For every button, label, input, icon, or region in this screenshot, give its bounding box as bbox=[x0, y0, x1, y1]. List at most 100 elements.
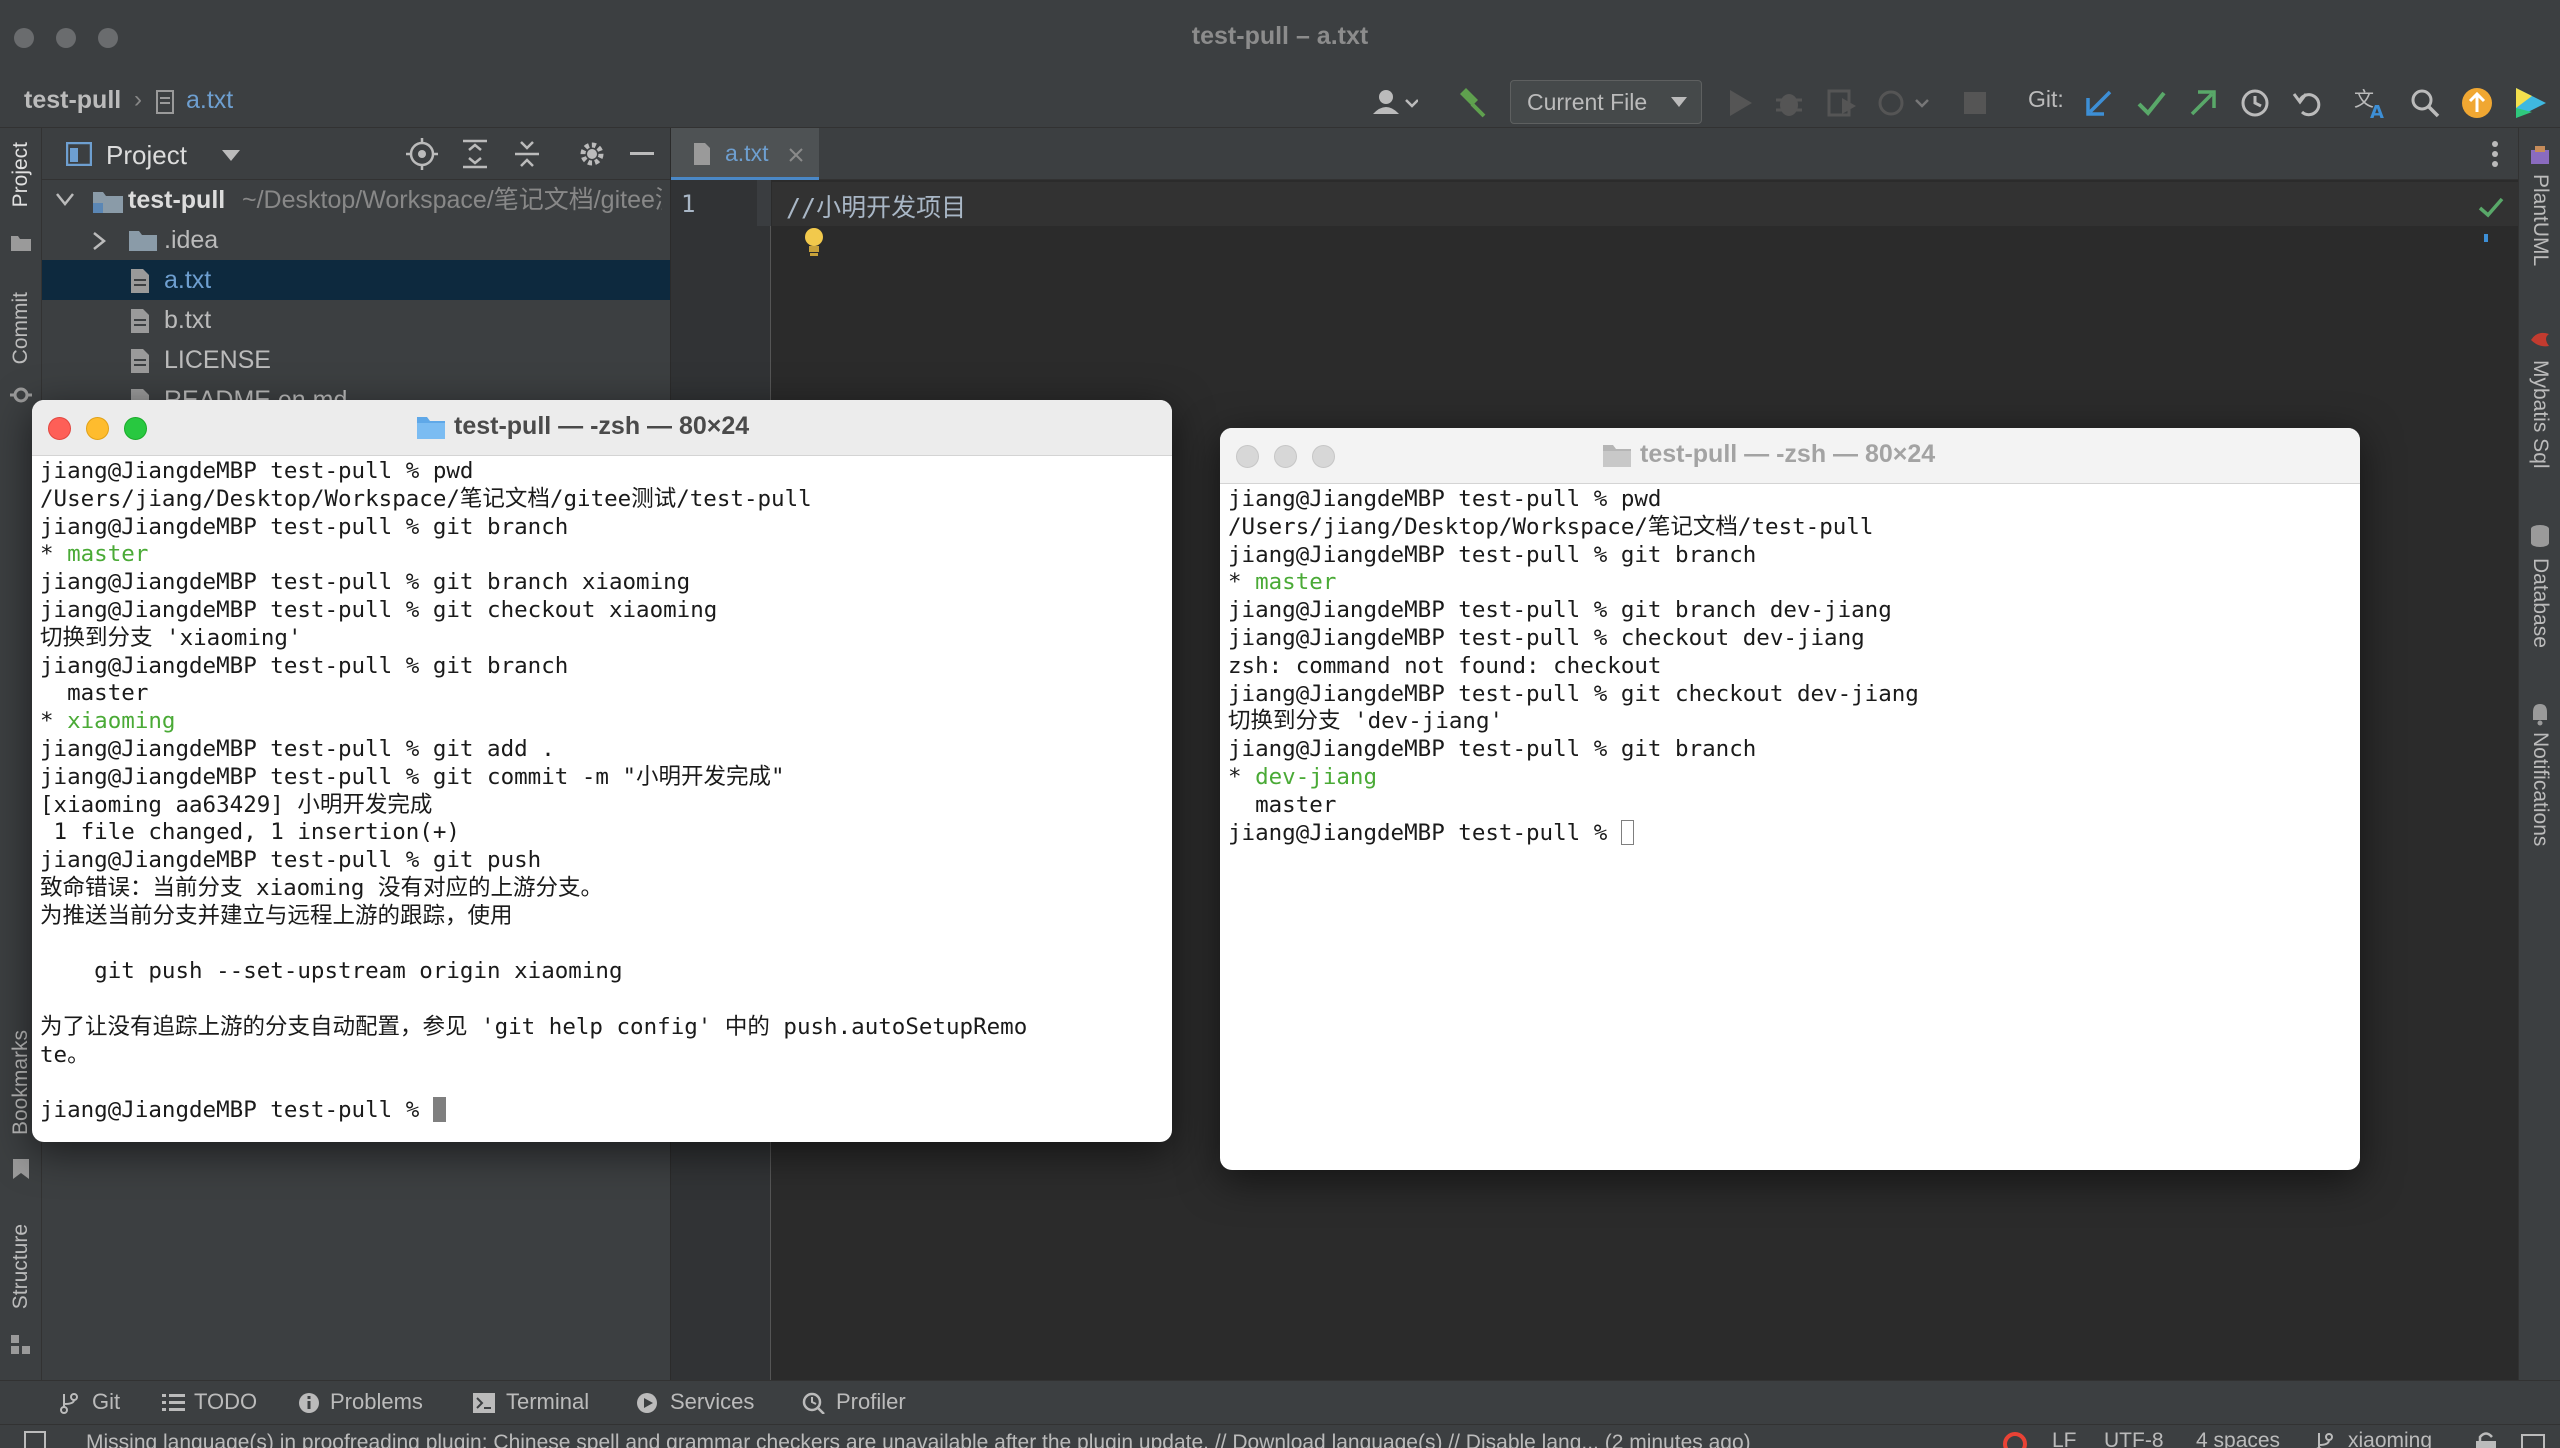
minimize-window-button[interactable] bbox=[1274, 445, 1297, 468]
memory-indicator-icon[interactable] bbox=[2520, 1431, 2546, 1448]
todo-list-icon bbox=[162, 1394, 185, 1411]
run-icon[interactable] bbox=[1726, 88, 1754, 118]
panel-toggle-icon[interactable] bbox=[24, 1431, 46, 1448]
title-bar: test-pull – a.txt bbox=[0, 0, 2560, 78]
translate-icon[interactable]: 文A bbox=[2354, 86, 2390, 120]
expand-all-icon[interactable] bbox=[460, 138, 490, 170]
chevron-down-icon[interactable] bbox=[222, 150, 240, 162]
breadcrumb-separator-icon: › bbox=[134, 86, 142, 113]
terminal-line: jiang@JiangdeMBP test-pull % git branch bbox=[1228, 542, 2352, 570]
terminal-line: 致命错误：当前分支 xiaoming 没有对应的上游分支。 bbox=[40, 875, 1164, 903]
terminal-line-text: jiang@JiangdeMBP test-pull % git push bbox=[40, 847, 542, 874]
terminal-line-text: 切换到分支 'dev-jiang' bbox=[1228, 708, 1504, 735]
coverage-icon[interactable] bbox=[1826, 88, 1858, 118]
terminal-output[interactable]: jiang@JiangdeMBP test-pull % pwd/Users/j… bbox=[40, 458, 1164, 1138]
zoom-window-button[interactable] bbox=[124, 417, 147, 440]
terminal-output[interactable]: jiang@JiangdeMBP test-pull % pwd/Users/j… bbox=[1228, 486, 2352, 1166]
history-clock-icon[interactable] bbox=[2240, 88, 2270, 118]
profile-icon[interactable] bbox=[1876, 88, 1932, 118]
breadcrumb-file[interactable]: a.txt bbox=[186, 86, 233, 115]
search-icon[interactable] bbox=[2410, 88, 2440, 118]
terminal-line: jiang@JiangdeMBP test-pull % git branch … bbox=[40, 569, 1164, 597]
close-icon[interactable] bbox=[789, 148, 803, 162]
breadcrumb-project[interactable]: test-pull bbox=[24, 86, 121, 115]
collapse-all-icon[interactable] bbox=[512, 138, 542, 170]
terminal-line: jiang@JiangdeMBP test-pull % git checkou… bbox=[1228, 681, 2352, 709]
terminal-line: master bbox=[1228, 792, 2352, 820]
terminal-line: 为了让没有追踪上游的分支自动配置，参见 'git help config' 中的… bbox=[40, 1014, 1164, 1042]
run-config-label: Current File bbox=[1527, 89, 1648, 115]
current-branch-name: master bbox=[1255, 569, 1337, 596]
terminal-line: zsh: command not found: checkout bbox=[1228, 653, 2352, 681]
terminal-window-left[interactable]: test-pull — -zsh — 80×24 jiang@JiangdeMB… bbox=[32, 400, 1172, 1142]
status-message[interactable]: Missing language(s) in proofreading plug… bbox=[86, 1431, 1776, 1448]
terminal-line-text: jiang@JiangdeMBP test-pull % git commit … bbox=[40, 763, 785, 790]
ide-update-icon[interactable] bbox=[2460, 86, 2494, 120]
terminal-line-text: master bbox=[40, 680, 149, 707]
terminal-line: jiang@JiangdeMBP test-pull % bbox=[40, 1097, 1164, 1125]
commit-icon bbox=[10, 387, 32, 403]
minimize-window-button[interactable] bbox=[86, 417, 109, 440]
tool-tab-database[interactable]: Database bbox=[2528, 558, 2552, 648]
tool-tab-notifications[interactable]: Notifications bbox=[2528, 732, 2552, 846]
google-g-icon bbox=[2003, 1432, 2027, 1448]
terminal-line-text: jiang@JiangdeMBP test-pull % git checkou… bbox=[40, 596, 718, 623]
status-branch[interactable]: xiaoming bbox=[2348, 1429, 2432, 1448]
tool-tab-mybatis-sql[interactable]: Mybatis Sql bbox=[2528, 360, 2552, 469]
tree-root[interactable]: test-pull ~/Desktop/Workspace/笔记文档/gitee… bbox=[42, 180, 670, 220]
terminal-line-text: jiang@JiangdeMBP test-pull % git branch bbox=[40, 652, 569, 679]
tool-label: TODO bbox=[194, 1389, 258, 1414]
tree-item-idea[interactable]: .idea bbox=[42, 220, 670, 260]
project-panel-title[interactable]: Project bbox=[106, 140, 187, 171]
git-commit-icon[interactable] bbox=[2136, 88, 2166, 118]
tool-tab-plantuml[interactable]: PlantUML bbox=[2528, 174, 2552, 266]
rollback-icon[interactable] bbox=[2292, 88, 2322, 118]
terminal-icon bbox=[473, 1393, 495, 1413]
git-push-icon[interactable] bbox=[2188, 88, 2218, 118]
tool-label: Problems bbox=[330, 1389, 423, 1414]
close-window-button[interactable] bbox=[48, 417, 71, 440]
status-indent[interactable]: 4 spaces bbox=[2196, 1429, 2280, 1448]
project-view-icon bbox=[66, 142, 92, 166]
account-icon[interactable] bbox=[1370, 86, 1418, 120]
more-options-icon[interactable] bbox=[2491, 140, 2499, 168]
terminal-line-text: jiang@JiangdeMBP test-pull % pwd bbox=[40, 458, 474, 484]
svg-text:A: A bbox=[2370, 102, 2384, 120]
inspection-ok-check-icon[interactable] bbox=[2478, 196, 2504, 218]
tool-tab-project[interactable]: Project bbox=[9, 142, 33, 207]
folder-icon bbox=[129, 231, 157, 251]
stop-icon[interactable] bbox=[1962, 90, 1988, 116]
current-line-highlight bbox=[772, 182, 2518, 226]
editor-tab-a-txt[interactable]: a.txt bbox=[671, 128, 819, 180]
zoom-window-button[interactable] bbox=[1312, 445, 1335, 468]
tree-item-license[interactable]: LICENSE bbox=[42, 340, 670, 380]
status-line-separator[interactable]: LF bbox=[2052, 1429, 2077, 1448]
folder-icon bbox=[417, 417, 445, 439]
locate-target-icon[interactable] bbox=[406, 138, 438, 170]
close-window-button[interactable] bbox=[1236, 445, 1259, 468]
tool-tab-commit[interactable]: Commit bbox=[9, 292, 33, 364]
terminal-title-bar[interactable]: test-pull — -zsh — 80×24 bbox=[1220, 428, 2360, 484]
lock-icon[interactable] bbox=[2474, 1431, 2498, 1448]
run-config-select[interactable]: Current File bbox=[1510, 80, 1702, 124]
terminal-cursor bbox=[432, 1097, 446, 1123]
tree-item-a-txt[interactable]: a.txt bbox=[42, 260, 670, 300]
debug-icon[interactable] bbox=[1774, 88, 1804, 118]
tool-tab-structure[interactable]: Structure bbox=[9, 1224, 33, 1309]
status-encoding[interactable]: UTF-8 bbox=[2104, 1429, 2164, 1448]
tree-item-b-txt[interactable]: b.txt bbox=[42, 300, 670, 340]
code-line: //小明开发项目 bbox=[786, 193, 967, 222]
gear-icon[interactable] bbox=[576, 138, 608, 170]
tool-tab-bookmarks[interactable]: Bookmarks bbox=[9, 1030, 33, 1135]
jetbrains-toolbox-icon[interactable] bbox=[2512, 84, 2550, 122]
hide-panel-icon[interactable] bbox=[630, 152, 654, 156]
terminal-line: 1 file changed, 1 insertion(+) bbox=[40, 819, 1164, 847]
tree-root-name: test-pull bbox=[128, 186, 226, 214]
editor-tab-label: a.txt bbox=[725, 140, 769, 166]
git-branch-icon bbox=[2316, 1433, 2333, 1448]
git-update-icon[interactable] bbox=[2084, 88, 2114, 118]
terminal-window-right[interactable]: test-pull — -zsh — 80×24 jiang@JiangdeMB… bbox=[1220, 428, 2360, 1170]
build-hammer-icon[interactable] bbox=[1454, 86, 1488, 120]
terminal-title-bar[interactable]: test-pull — -zsh — 80×24 bbox=[32, 400, 1172, 456]
lightbulb-icon[interactable] bbox=[802, 226, 826, 258]
